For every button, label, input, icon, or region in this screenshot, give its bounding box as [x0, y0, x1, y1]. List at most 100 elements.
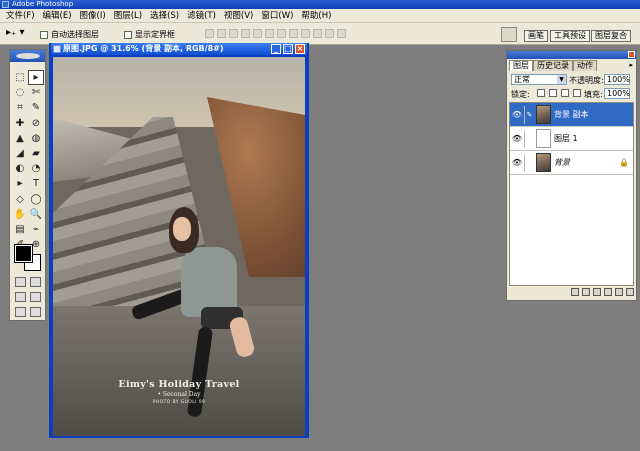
- minimize-icon[interactable]: _: [271, 44, 281, 54]
- distribute-right-icon[interactable]: [337, 29, 346, 38]
- link-slot[interactable]: [524, 153, 534, 172]
- eye-icon[interactable]: 👁: [510, 158, 524, 167]
- lock-position-icon[interactable]: [561, 89, 569, 97]
- lock-transparency-icon[interactable]: [537, 89, 545, 97]
- history-brush-tool-icon[interactable]: ◍: [28, 131, 44, 146]
- tab-tool-presets[interactable]: 工具预设: [550, 30, 590, 42]
- crop-tool-icon[interactable]: ⌗: [12, 100, 28, 115]
- zoom-tool-icon[interactable]: 🔍: [28, 207, 44, 222]
- check-icon[interactable]: [30, 307, 41, 317]
- lock-all-icon[interactable]: [573, 89, 581, 97]
- close-icon[interactable]: [628, 51, 635, 58]
- notes-tool-icon[interactable]: ▤: [12, 222, 28, 237]
- layer-row-layer-1[interactable]: 👁 图层 1: [510, 127, 633, 151]
- marquee-tool-icon[interactable]: ⬚: [12, 70, 28, 85]
- layer-style-icon[interactable]: [571, 288, 579, 296]
- new-layer-icon[interactable]: [615, 288, 623, 296]
- distribute-hcenter-icon[interactable]: [325, 29, 334, 38]
- image-canvas[interactable]: Eimy's Holiday Travel • Seconal Day PHOT…: [53, 57, 305, 436]
- menu-image[interactable]: 图像(I): [76, 9, 110, 23]
- align-right-icon[interactable]: [265, 29, 274, 38]
- jump-to-imageready-icon[interactable]: [15, 307, 26, 317]
- clone-stamp-tool-icon[interactable]: ▲: [12, 131, 28, 146]
- maximize-icon[interactable]: □: [283, 44, 293, 54]
- app-title: Adobe Photoshop: [12, 0, 74, 8]
- trash-icon[interactable]: [626, 288, 634, 296]
- pen-tool-icon[interactable]: ◇: [12, 192, 28, 207]
- toolbox-header[interactable]: [10, 50, 45, 62]
- panel-menu-icon[interactable]: ▸: [629, 61, 633, 69]
- layers-panel-header[interactable]: [507, 51, 636, 59]
- opacity-label: 不透明度:: [569, 76, 604, 85]
- move-tool-preset-picker[interactable]: ▸₊ ▾: [6, 27, 30, 41]
- document-title-bar[interactable]: 原图.JPG @ 31.6% (背景 副本, RGB/8#) _ □ ×: [51, 43, 307, 55]
- hand-tool-icon[interactable]: ✋: [12, 207, 28, 222]
- menu-view[interactable]: 视图(V): [220, 9, 257, 23]
- distribute-bottom-icon[interactable]: [301, 29, 310, 38]
- eraser-tool-icon[interactable]: ◢: [12, 146, 28, 161]
- link-slot[interactable]: [524, 129, 534, 148]
- standard-screen-mode-icon[interactable]: [15, 292, 26, 302]
- layer-row-background[interactable]: 👁 背景 🔒: [510, 151, 633, 175]
- align-hcenter-icon[interactable]: [253, 29, 262, 38]
- tab-layers[interactable]: 图层: [509, 60, 533, 71]
- quick-mask-mode-icon[interactable]: [30, 277, 41, 287]
- type-tool-icon[interactable]: T: [28, 176, 44, 191]
- menu-layer[interactable]: 图层(L): [110, 9, 146, 23]
- lock-image-icon[interactable]: [549, 89, 557, 97]
- lock-options: [537, 89, 581, 97]
- move-tool-icon[interactable]: ▸: [28, 70, 44, 86]
- foreground-color-swatch[interactable]: [14, 244, 33, 263]
- photo-leg: [228, 315, 256, 359]
- layer-row-background-copy[interactable]: 👁 ✎ 背景 副本: [510, 103, 633, 127]
- brush-tool-icon[interactable]: ⊘: [28, 116, 44, 131]
- menu-edit[interactable]: 编辑(E): [39, 9, 76, 23]
- tab-layer-comps[interactable]: 图层复合: [591, 30, 631, 42]
- shape-tool-icon[interactable]: ◯: [28, 192, 44, 207]
- distribute-left-icon[interactable]: [313, 29, 322, 38]
- menu-help[interactable]: 帮助(H): [297, 9, 335, 23]
- tab-actions[interactable]: 动作: [573, 60, 597, 71]
- tab-brushes[interactable]: 画笔: [524, 30, 548, 42]
- photo-face: [173, 217, 191, 241]
- blend-mode-select[interactable]: 正常 ▼: [511, 74, 567, 85]
- full-screen-menu-mode-icon[interactable]: [30, 292, 41, 302]
- show-bounding-box-checkbox[interactable]: 显示定界框: [124, 29, 175, 40]
- document-window: 原图.JPG @ 31.6% (背景 副本, RGB/8#) _ □ × Eim…: [49, 43, 309, 438]
- distribute-top-icon[interactable]: [277, 29, 286, 38]
- eyedropper-tool-icon[interactable]: ⌁: [28, 222, 44, 237]
- lasso-tool-icon[interactable]: ◌: [12, 85, 28, 100]
- add-mask-icon[interactable]: [582, 288, 590, 296]
- healing-brush-tool-icon[interactable]: ✚: [12, 116, 28, 131]
- brush-icon[interactable]: ✎: [524, 105, 534, 124]
- tab-history[interactable]: 历史记录: [533, 60, 573, 71]
- opacity-input[interactable]: 100%: [604, 74, 630, 85]
- path-selection-tool-icon[interactable]: ▸: [12, 176, 28, 191]
- eye-icon[interactable]: 👁: [510, 134, 524, 143]
- slice-tool-icon[interactable]: ✎: [28, 100, 44, 115]
- window-controls: _ □ ×: [271, 44, 305, 54]
- close-icon[interactable]: ×: [295, 44, 305, 54]
- eye-icon[interactable]: 👁: [510, 110, 524, 119]
- align-bottom-icon[interactable]: [229, 29, 238, 38]
- menu-filter[interactable]: 滤镜(T): [183, 9, 220, 23]
- distribute-vcenter-icon[interactable]: [289, 29, 298, 38]
- menu-window[interactable]: 窗口(W): [257, 9, 297, 23]
- adjustment-layer-icon[interactable]: [604, 288, 612, 296]
- magic-wand-tool-icon[interactable]: ✄: [28, 85, 44, 100]
- palette-well-icon[interactable]: [501, 27, 517, 42]
- standard-mode-icon[interactable]: [15, 277, 26, 287]
- layer-thumbnail: [536, 129, 551, 148]
- dodge-tool-icon[interactable]: ◔: [28, 161, 44, 176]
- menu-file[interactable]: 文件(F): [2, 9, 39, 23]
- align-top-icon[interactable]: [205, 29, 214, 38]
- new-set-icon[interactable]: [593, 288, 601, 296]
- align-vcenter-icon[interactable]: [217, 29, 226, 38]
- auto-select-layer-checkbox[interactable]: 自动选择图层: [40, 29, 99, 40]
- align-left-icon[interactable]: [241, 29, 250, 38]
- blur-tool-icon[interactable]: ◐: [12, 161, 28, 176]
- gradient-tool-icon[interactable]: ▰: [28, 146, 44, 161]
- fill-input[interactable]: 100%: [604, 88, 630, 99]
- menu-select[interactable]: 选择(S): [146, 9, 183, 23]
- watermark-credit: PHOTO BY GUOLI 09: [152, 400, 206, 405]
